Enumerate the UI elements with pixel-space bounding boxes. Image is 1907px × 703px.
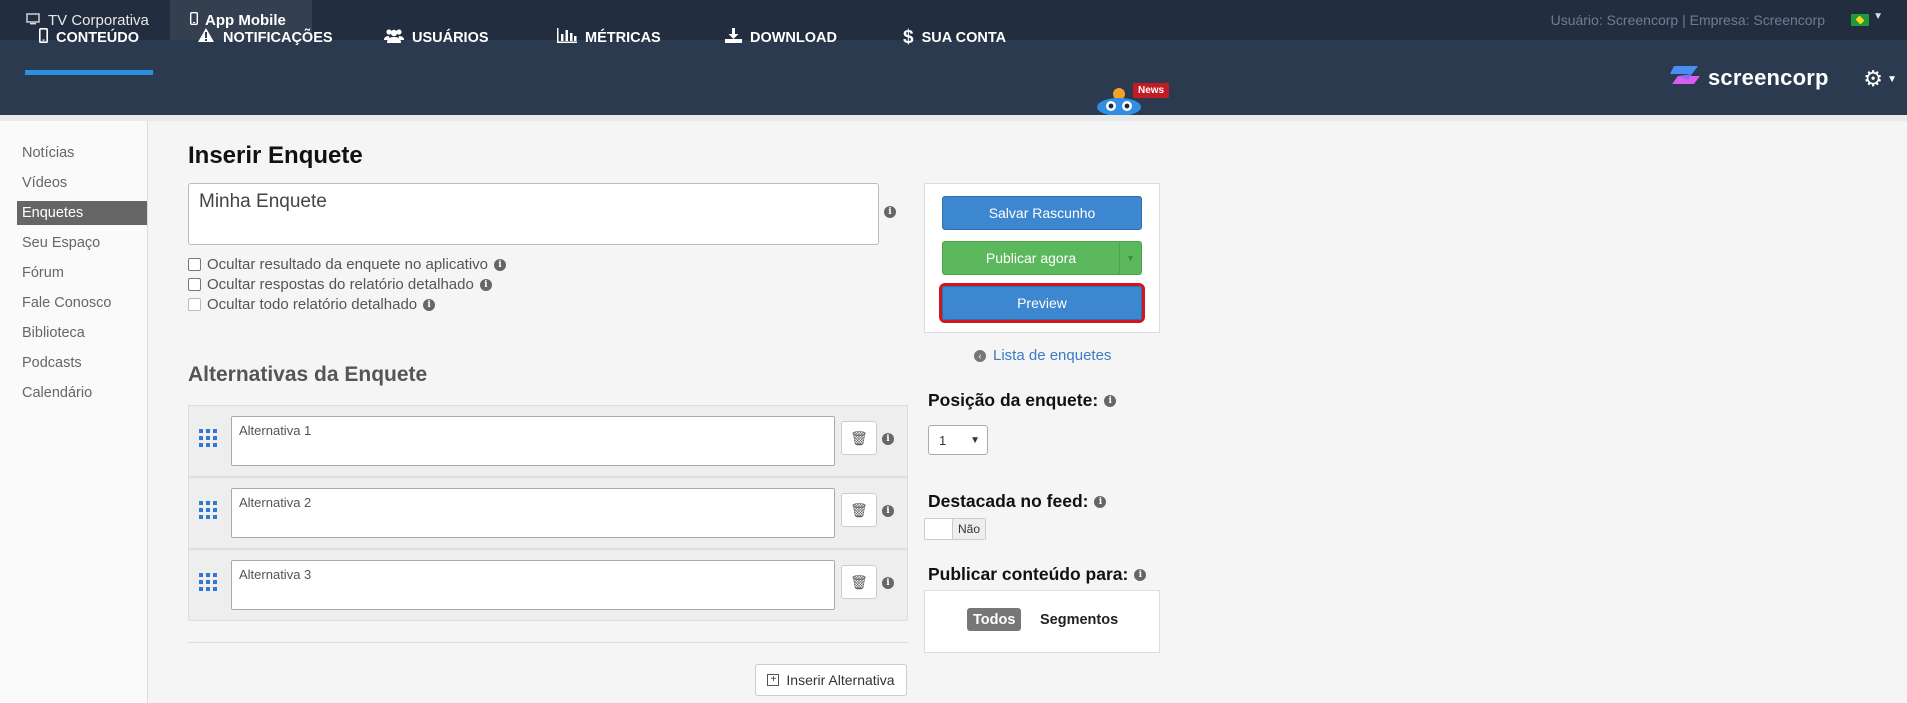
sidebar-item-calendario[interactable]: Calendário [17,381,147,405]
save-draft-button[interactable]: Salvar Rascunho [942,196,1142,230]
header-divider [0,115,1907,121]
sidebar-item-podcasts[interactable]: Podcasts [17,351,147,375]
nav-sua-conta[interactable]: $ SUA CONTA [903,0,1006,75]
logo-mark-icon [1670,64,1700,92]
alternative-input[interactable]: Alternativa 3 [231,560,835,610]
alternatives-heading: Alternativas da Enquete [188,363,428,386]
trash-icon[interactable]: 🗑 [841,565,877,599]
chevron-down-icon[interactable]: ▼ [1119,242,1141,274]
nav-label: SUA CONTA [921,29,1007,46]
nav-label: USUÁRIOS [412,29,489,46]
page-title: Inserir Enquete [188,142,363,169]
position-select[interactable]: 1 ▼ [928,425,988,455]
label-text: Posição da enquete: [928,390,1099,410]
nav-download[interactable]: DOWNLOAD [725,0,837,75]
nav-label: MÉTRICAS [585,29,661,46]
alternative-row: Alternativa 3 🗑 i [188,549,908,621]
sidebar-item-forum[interactable]: Fórum [17,261,147,285]
toggle-knob [925,519,953,539]
option-label: Ocultar todo relatório detalhado [207,296,418,313]
alternative-row: Alternativa 1 🗑 i [188,405,908,477]
dollar-icon: $ [903,26,914,48]
label-text: Publicar conteúdo para: [928,564,1129,584]
chevron-down-icon[interactable]: ▼ [1887,74,1897,85]
info-icon: i [882,433,894,445]
alternative-input[interactable]: Alternativa 2 [231,488,835,538]
button-label: Inserir Alternativa [786,672,895,688]
option-hide-report: Ocultar todo relatório detalhado i [188,296,436,313]
warning-icon [197,27,215,48]
featured-label: Destacada no feed: i [928,491,1107,512]
info-icon: i [884,206,896,218]
chevron-left-circle-icon: ‹ [974,349,986,362]
option-label: Ocultar resultado da enquete no aplicati… [207,256,489,273]
option-hide-results: Ocultar resultado da enquete no aplicati… [188,256,507,273]
sidebar-item-enquetes[interactable]: Enquetes [17,201,147,225]
drag-handle-icon[interactable] [199,573,217,591]
info-icon: i [1134,568,1147,581]
users-icon [384,28,404,48]
download-icon [725,27,742,48]
divider [188,642,908,643]
screencorp-logo: screencorp [1670,64,1829,92]
hide-results-checkbox[interactable] [188,258,201,271]
segment-segmentos[interactable]: Segmentos [1034,608,1124,631]
segment-todos[interactable]: Todos [967,608,1022,631]
nav-notificacoes[interactable]: NOTIFICAÇÕES [197,0,333,75]
sidebar-item-biblioteca[interactable]: Biblioteca [17,321,147,345]
alternative-input[interactable]: Alternativa 1 [231,416,835,466]
logo-text: screencorp [1708,65,1829,90]
info-icon: i [479,278,492,291]
hide-report-checkbox [188,298,201,311]
trash-icon[interactable]: 🗑 [841,421,877,455]
label-text: Destacada no feed: [928,491,1089,511]
publish-to-selector: Todos Segmentos [924,590,1160,653]
featured-toggle[interactable]: Não [924,518,986,540]
drag-handle-icon[interactable] [199,429,217,447]
actions-panel: Salvar Rascunho Publicar agora ▼ Preview [924,183,1160,333]
bar-chart-icon [557,27,577,48]
poll-list-link[interactable]: ‹ Lista de enquetes [974,347,1111,364]
sidebar-item-noticias[interactable]: Notícias [17,141,147,165]
poll-title-input[interactable]: Minha Enquete [188,183,879,245]
link-label: Lista de enquetes [993,347,1112,364]
news-badge[interactable]: News [1133,83,1170,98]
position-label: Posição da enquete: i [928,390,1117,411]
nav-conteudo[interactable]: CONTEÚDO [25,0,153,75]
preview-button[interactable]: Preview [939,283,1145,323]
mobile-icon [39,27,49,48]
nav-label: DOWNLOAD [750,29,837,46]
hide-answers-checkbox[interactable] [188,278,201,291]
alternative-row: Alternativa 2 🗑 i [188,477,908,549]
trash-icon[interactable]: 🗑 [841,493,877,527]
nav-usuarios[interactable]: USUÁRIOS [384,0,489,75]
user-company-info: Usuário: Screencorp | Empresa: Screencor… [1550,12,1825,28]
info-icon: i [423,298,436,311]
info-icon: i [1104,394,1117,407]
plus-square-icon: + [767,674,780,686]
button-label: Publicar agora [985,250,1077,266]
info-icon: i [882,505,894,517]
sidebar-item-fale-conosco[interactable]: Fale Conosco [17,291,147,315]
info-icon: i [1094,495,1107,508]
option-label: Ocultar respostas do relatório detalhado [207,276,474,293]
drag-handle-icon[interactable] [199,501,217,519]
nav-metricas[interactable]: MÉTRICAS [557,0,661,75]
insert-alternative-button[interactable]: + Inserir Alternativa [755,664,907,696]
brazil-flag-icon[interactable] [1851,14,1869,26]
chevron-down-icon[interactable]: ▼ [1873,11,1883,22]
gear-icon[interactable]: ⚙ [1863,66,1883,92]
select-value: 1 [939,432,947,448]
toggle-state-text: Não [953,519,985,539]
nav-label: CONTEÚDO [56,29,139,46]
option-hide-answers: Ocultar respostas do relatório detalhado… [188,276,492,293]
nav-label: NOTIFICAÇÕES [223,29,333,46]
chevron-down-icon: ▼ [970,434,980,446]
publish-to-label: Publicar conteúdo para: i [928,564,1147,585]
sidebar-item-seu-espaco[interactable]: Seu Espaço [17,231,147,255]
sidebar-item-videos[interactable]: Vídeos [17,171,147,195]
info-icon: i [494,258,507,271]
info-icon: i [882,577,894,589]
publish-now-button[interactable]: Publicar agora ▼ [942,241,1142,275]
